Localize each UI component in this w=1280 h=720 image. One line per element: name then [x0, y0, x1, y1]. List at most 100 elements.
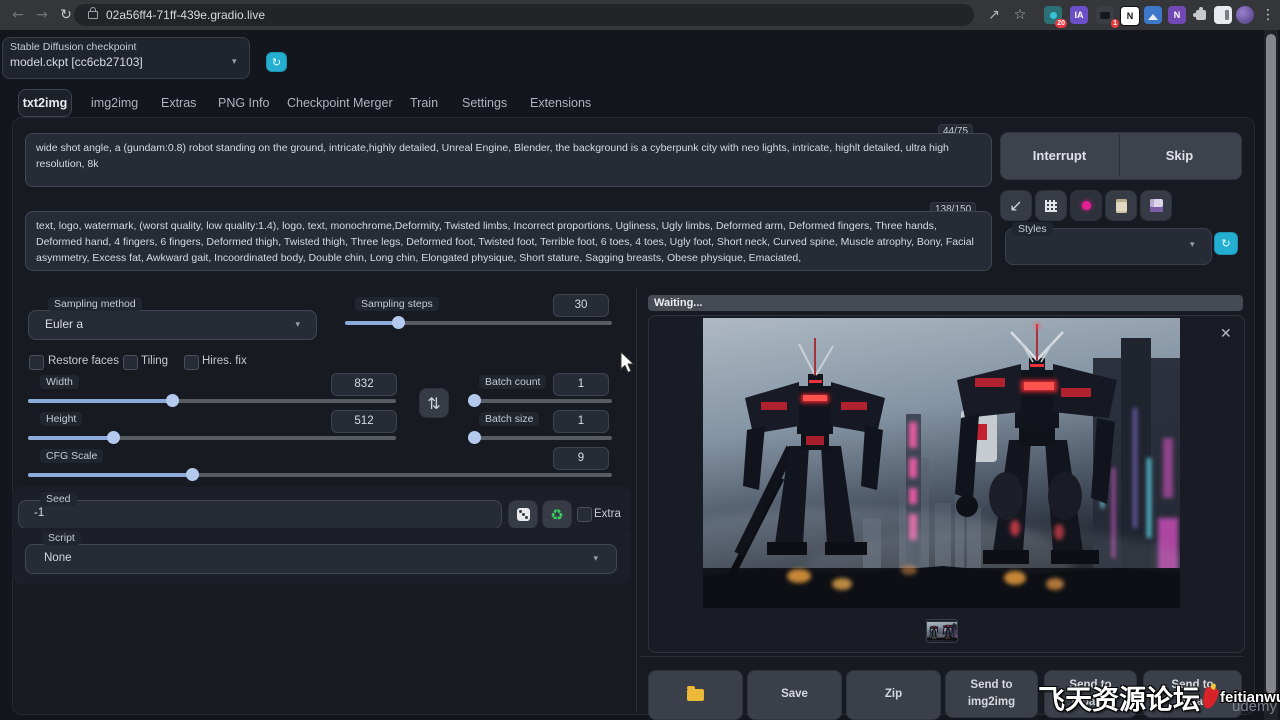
restore-faces-checkbox[interactable]	[29, 355, 44, 370]
extension-camera-icon[interactable]: 1	[1096, 6, 1114, 24]
dice-icon	[517, 508, 530, 521]
tiling-checkbox[interactable]	[123, 355, 138, 370]
screen: ← → ↻ 02a56ff4-71ff-439e.gradio.live ↗ ☆…	[0, 0, 1280, 720]
interrupt-button[interactable]: Interrupt	[1000, 132, 1119, 178]
progress-status: Waiting...	[654, 297, 702, 309]
random-seed-button[interactable]	[508, 500, 538, 529]
recycle-icon: ♻	[550, 506, 563, 524]
send-to-img2img-button[interactable]: Send to img2img	[945, 670, 1038, 718]
seed-input[interactable]: -1	[18, 500, 502, 529]
extension-onenote-icon[interactable]: N	[1168, 6, 1186, 24]
batch-count-label: Batch count	[479, 375, 546, 389]
sampling-method-label: Sampling method	[48, 297, 142, 311]
profile-avatar[interactable]	[1236, 6, 1254, 24]
side-panel-icon[interactable]	[1214, 6, 1232, 24]
cfg-scale-slider[interactable]	[28, 470, 612, 480]
seed-label: Seed	[40, 492, 77, 506]
extension-ia-icon[interactable]: IA	[1070, 6, 1088, 24]
gallery-thumbnail[interactable]	[926, 619, 958, 643]
width-label: Width	[40, 375, 79, 389]
save-button[interactable]: Save	[747, 670, 842, 720]
sampling-steps-input[interactable]: 30	[553, 294, 609, 317]
swap-dimensions-button[interactable]: ⇅	[419, 388, 449, 418]
url-text: 02a56ff4-71ff-439e.gradio.live	[106, 8, 265, 22]
reload-icon[interactable]: ↻	[56, 5, 76, 25]
clear-prompt-button[interactable]	[1035, 190, 1067, 221]
batch-size-slider[interactable]	[468, 433, 612, 443]
hires-fix-checkbox[interactable]	[184, 355, 199, 370]
seed-extra-label: Extra	[594, 508, 621, 520]
open-folder-button[interactable]	[648, 670, 743, 720]
height-input[interactable]: 512	[331, 410, 397, 433]
hires-fix-label: Hires. fix	[202, 355, 247, 367]
width-input[interactable]: 832	[331, 373, 397, 396]
back-icon[interactable]: ←	[8, 5, 28, 25]
skip-button[interactable]: Skip	[1120, 132, 1239, 178]
height-slider[interactable]	[28, 433, 396, 443]
extra-networks-button[interactable]	[1070, 190, 1102, 221]
cfg-scale-label: CFG Scale	[40, 449, 103, 463]
reuse-seed-button[interactable]: ♻	[542, 500, 572, 529]
menu-kebab-icon[interactable]: ⋮	[1258, 5, 1278, 25]
output-divider	[640, 656, 1244, 657]
watermark-brand: udemy	[1232, 698, 1277, 715]
tiling-label: Tiling	[141, 355, 168, 367]
refresh-styles-button[interactable]: ↻	[1214, 232, 1238, 255]
height-label: Height	[40, 412, 82, 426]
tab-png-info[interactable]: PNG Info	[218, 96, 269, 110]
close-icon[interactable]: ✕	[1220, 325, 1232, 342]
batch-count-slider[interactable]	[468, 396, 612, 406]
extension-badge: 20	[1055, 19, 1067, 28]
tab-extras[interactable]: Extras	[161, 96, 196, 110]
column-divider	[636, 288, 637, 712]
browser-toolbar: ← → ↻ 02a56ff4-71ff-439e.gradio.live ↗ ☆…	[0, 0, 1280, 31]
generated-image[interactable]	[703, 318, 1180, 608]
extension-teal-icon[interactable]: 20	[1044, 6, 1062, 24]
chevron-down-icon: ▾	[1190, 240, 1195, 250]
extension-image-icon[interactable]	[1144, 6, 1162, 24]
apply-style-button[interactable]	[1105, 190, 1137, 221]
prompt-textarea[interactable]: wide shot angle, a (gundam:0.8) robot st…	[25, 133, 992, 187]
refresh-checkpoint-button[interactable]: ↻	[266, 52, 287, 72]
swap-arrows-icon: ⇅	[427, 394, 440, 413]
script-select[interactable]: None ▾	[25, 544, 617, 574]
tab-extensions[interactable]: Extensions	[530, 96, 591, 110]
batch-count-input[interactable]: 1	[553, 373, 609, 396]
restore-faces-label: Restore faces	[48, 355, 119, 367]
gradio-page: Stable Diffusion checkpoint model.ckpt […	[0, 30, 1280, 720]
bookmark-star-icon[interactable]: ☆	[1010, 5, 1030, 25]
extension-badge: 1	[1111, 19, 1119, 28]
seed-value: -1	[34, 507, 44, 519]
forward-icon[interactable]: →	[32, 5, 52, 25]
card-dot-icon	[1082, 201, 1091, 210]
tab-train[interactable]: Train	[410, 96, 438, 110]
batch-size-input[interactable]: 1	[553, 410, 609, 433]
tab-txt2img[interactable]: txt2img	[18, 89, 72, 117]
zip-button[interactable]: Zip	[846, 670, 941, 720]
script-label: Script	[42, 531, 81, 545]
chevron-down-icon: ▾	[232, 57, 237, 67]
arrow-down-left-icon: ↙	[1009, 196, 1022, 215]
tab-settings[interactable]: Settings	[462, 96, 507, 110]
checkpoint-select[interactable]: model.ckpt [cc6cb27103]	[10, 55, 143, 69]
negative-prompt-textarea[interactable]: text, logo, watermark, (worst quality, l…	[25, 211, 992, 271]
tab-checkpoint-merger[interactable]: Checkpoint Merger	[287, 96, 393, 110]
chili-icon	[1200, 685, 1220, 710]
progress-bar: Waiting...	[648, 295, 1243, 311]
seed-extra-checkbox[interactable]	[577, 507, 592, 522]
sampling-method-select[interactable]: Euler a ▾	[28, 310, 317, 340]
save-style-button[interactable]	[1140, 190, 1172, 221]
paste-params-button[interactable]: ↙	[1000, 190, 1032, 221]
chevron-down-icon: ▾	[295, 320, 300, 330]
chevron-down-icon: ▾	[593, 554, 598, 564]
extension-notion-icon[interactable]: N	[1120, 6, 1140, 26]
sampling-method-value: Euler a	[45, 317, 83, 331]
address-bar[interactable]: 02a56ff4-71ff-439e.gradio.live	[74, 4, 974, 26]
extensions-puzzle-icon[interactable]	[1192, 6, 1210, 24]
sampling-steps-slider[interactable]	[345, 318, 612, 328]
share-icon[interactable]: ↗	[984, 5, 1004, 25]
tab-img2img[interactable]: img2img	[91, 96, 138, 110]
cfg-scale-input[interactable]: 9	[553, 447, 609, 470]
width-slider[interactable]	[28, 396, 396, 406]
scrollbar-thumb[interactable]	[1266, 34, 1276, 694]
